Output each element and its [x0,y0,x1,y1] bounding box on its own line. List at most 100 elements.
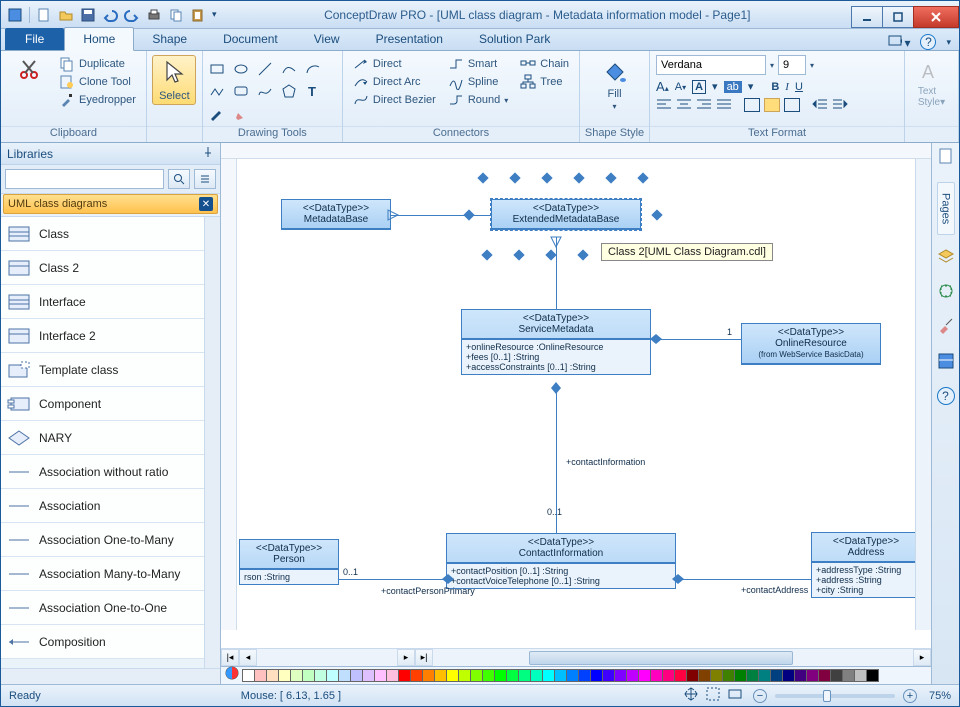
qat-dropdown-icon[interactable]: ▾ [212,9,217,20]
hscroll-left-outer[interactable]: |◂ [221,649,239,666]
tab-home[interactable]: Home [64,27,134,51]
connector-direct[interactable]: Direct [349,55,440,73]
font-name-select[interactable] [656,55,766,75]
help-icon[interactable]: ? [920,34,936,50]
dock-help-icon[interactable]: ? [937,387,955,405]
connector[interactable] [651,339,741,340]
pin-icon[interactable] [202,146,214,161]
library-item[interactable]: Template class [1,353,204,387]
decrease-font-icon[interactable]: A▾ [675,81,686,93]
library-search-input[interactable] [5,169,164,189]
hscroll-left[interactable]: ◂ [239,649,257,666]
highlight-icon[interactable]: ab [724,81,742,93]
library-item[interactable]: Association [1,489,204,523]
handle-icon[interactable] [477,172,488,183]
valign-top-icon[interactable] [744,98,760,112]
library-item[interactable]: Interface 2 [1,319,204,353]
palette-picker-icon[interactable] [225,666,239,685]
dock-page-icon[interactable] [937,147,955,170]
tool-pencil-icon[interactable] [233,105,249,121]
duplicate-button[interactable]: Duplicate [55,55,140,73]
dock-brush-icon[interactable] [937,317,955,340]
valign-middle-icon[interactable] [764,98,780,112]
uml-person[interactable]: <<DataType>>Person rson :String [239,539,339,585]
connector-chain[interactable]: Chain [516,55,573,73]
connector[interactable] [391,215,491,216]
library-item[interactable]: Association without ratio [1,455,204,489]
tool-curve-icon[interactable] [281,61,297,77]
canvas-hscroll[interactable]: |◂ ◂ ▸ ▸| ▸ [221,648,931,666]
zoom-in-button[interactable]: + [903,689,917,703]
library-item[interactable]: Class 2 [1,251,204,285]
tool-rect-icon[interactable] [209,61,225,77]
align-right-icon[interactable] [696,98,712,112]
zoom-level[interactable]: 75% [929,690,951,702]
indent-right-icon[interactable] [832,98,848,112]
uml-contactinformation[interactable]: <<DataType>>ContactInformation +contactP… [446,533,676,589]
tool-edit-icon[interactable] [209,105,225,121]
tool-ellipse-icon[interactable] [233,61,249,77]
window-options-icon[interactable]: ▾ [888,35,910,50]
library-name-bar[interactable]: UML class diagrams ✕ [3,194,218,214]
tab-document[interactable]: Document [205,28,296,50]
dock-layers-icon[interactable] [937,247,955,270]
handle-icon[interactable] [605,172,616,183]
tab-solution-park[interactable]: Solution Park [461,28,568,50]
zoom-out-button[interactable]: − [753,689,767,703]
fill-button[interactable]: Fill▾ [593,55,637,114]
tool-rrect-icon[interactable] [233,83,249,99]
connector-spline[interactable]: Spline [444,73,512,91]
uml-servicemetadata[interactable]: <<DataType>>ServiceMetadata +onlineResou… [461,309,651,375]
cut-button[interactable] [7,55,51,85]
library-item[interactable]: Interface [1,285,204,319]
text-style-button[interactable]: A TextStyle▾ [910,55,954,111]
handle-icon[interactable] [541,172,552,183]
canvas[interactable]: <<DataType>>MetadataBase <<DataType>>Ext… [221,159,931,648]
new-doc-icon[interactable] [36,7,52,23]
undo-icon[interactable] [102,7,118,23]
uml-extendedmetadatabase[interactable]: <<DataType>>ExtendedMetadataBase [491,199,641,230]
connector-tree[interactable]: Tree [516,73,573,91]
hscroll-end[interactable]: ▸ [913,649,931,666]
handle-icon[interactable] [573,172,584,183]
pan-icon[interactable] [683,686,699,705]
increase-font-icon[interactable]: A▴ [656,79,669,94]
tool-polyline-icon[interactable] [209,83,225,99]
tab-view[interactable]: View [296,28,358,50]
handle-icon[interactable] [637,172,648,183]
library-search-button[interactable] [168,169,190,189]
library-item[interactable]: Association Many-to-Many [1,557,204,591]
align-center-icon[interactable] [676,98,692,112]
connector-direct-arc[interactable]: Direct Arc [349,73,440,91]
file-tab[interactable]: File [5,28,64,50]
select-button[interactable]: Select [152,55,196,105]
library-hscroll[interactable] [1,668,220,684]
library-item[interactable]: Association One-to-Many [1,523,204,557]
library-options-button[interactable] [194,169,216,189]
uml-onlineresource[interactable]: <<DataType>>OnlineResource(from WebServi… [741,323,881,365]
tab-presentation[interactable]: Presentation [358,28,461,50]
maximize-button[interactable] [882,6,914,28]
tool-text-icon[interactable]: T [305,83,321,99]
redo-icon[interactable] [124,7,140,23]
tool-arc-icon[interactable] [305,61,321,77]
tool-polygon-icon[interactable] [281,83,297,99]
connector-round[interactable]: Round ▾ [444,91,512,109]
handle-icon[interactable] [577,249,588,260]
hscroll-right[interactable]: ▸ [397,649,415,666]
library-scrollbar[interactable] [204,217,220,668]
library-close-icon[interactable]: ✕ [199,197,213,211]
connector[interactable] [339,579,446,580]
italic-icon[interactable]: I [785,81,789,93]
library-item[interactable]: Class [1,217,204,251]
dock-props-icon[interactable] [937,352,955,375]
handle-icon[interactable] [651,209,662,220]
library-item[interactable]: Association One-to-One [1,591,204,625]
handle-icon[interactable] [545,249,556,260]
font-color-icon[interactable]: A [692,80,706,94]
hscroll-right-outer[interactable]: ▸| [415,649,433,666]
handle-icon[interactable] [481,249,492,260]
eyedropper-button[interactable]: Eyedropper [55,91,140,109]
library-item[interactable]: Component [1,387,204,421]
dock-target-icon[interactable] [937,282,955,305]
